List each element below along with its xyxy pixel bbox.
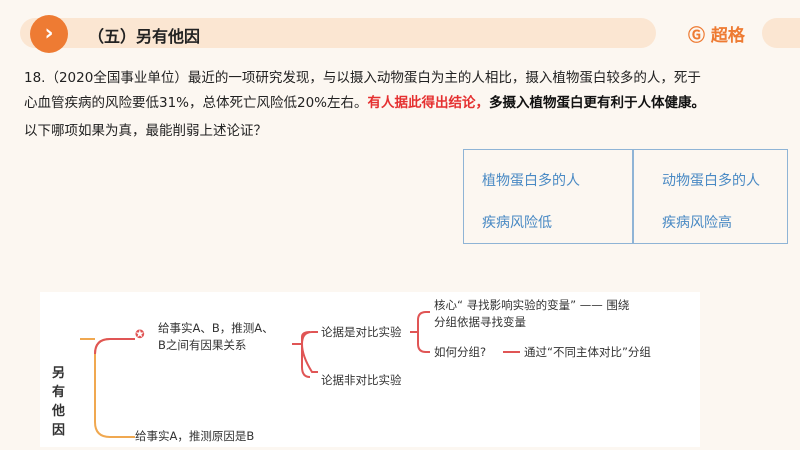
q-plain: 心血管疾病的风险要低31%，总体死亡风险低20%左右。 — [24, 95, 368, 111]
leaf-grouping-method: 通过“不同主体对比”分组 — [524, 345, 651, 359]
cell-right-bottom: 疾病风险高 — [662, 215, 732, 231]
sub-node-noncontrast: 论据非对比实验 — [321, 373, 402, 387]
logo-g-icon: Ⓖ — [688, 26, 711, 46]
question-prompt: 以下哪项如果为真，最能削弱上述论证？ — [24, 123, 267, 139]
mind-map-connectors — [80, 311, 520, 438]
q-red: 有人据此得出结论， — [367, 95, 490, 111]
leaf-core-line2: 分组依据寻找变量 — [434, 315, 526, 329]
branch1-line2: B之间有因果关系 — [158, 338, 247, 352]
mind-map: 另有他因 ✪ 给事实A、B，推测A、 B之间有因果关系 论据是对比实验 论据非对… — [40, 292, 700, 447]
chevron-right-icon: › — [30, 15, 68, 53]
cell-left-top: 植物蛋白多的人 — [482, 173, 580, 189]
question-line-1: 18.（2020全国事业单位）最近的一项研究发现，与以摄入动物蛋白为主的人相比，… — [24, 70, 701, 86]
cell-left-bottom: 疾病风险低 — [482, 215, 552, 231]
header-band-right — [762, 18, 800, 48]
table-divider — [632, 150, 634, 243]
branch2: 给事实A，推测原因是B — [135, 429, 255, 443]
leaf-core-line1: 核心“ 寻找影响实验的变量” —— 围绕 — [434, 298, 630, 312]
cell-right-top: 动物蛋白多的人 — [662, 173, 760, 189]
logo-text: 超格 — [710, 26, 745, 46]
q-bold: 多摄入植物蛋白更有利于人体健康。 — [489, 95, 706, 111]
section-title: （五）另有他因 — [88, 27, 201, 46]
leaf-grouping: 如何分组? — [434, 345, 487, 359]
brand-logo: Ⓖ 超格 — [688, 21, 745, 46]
sub-node-contrast: 论据是对比实验 — [321, 325, 402, 339]
branch1-line1: 给事实A、B，推测A、 — [158, 321, 274, 335]
comparison-table: 植物蛋白多的人 疾病风险低 动物蛋白多的人 疾病风险高 — [463, 149, 788, 244]
question-line-2: 心血管疾病的风险要低31%，总体死亡风险低20%左右。有人据此得出结论，多摄入植… — [24, 91, 705, 111]
root-node: 另有他因 — [52, 366, 66, 438]
star-icon: ✪ — [135, 327, 145, 341]
